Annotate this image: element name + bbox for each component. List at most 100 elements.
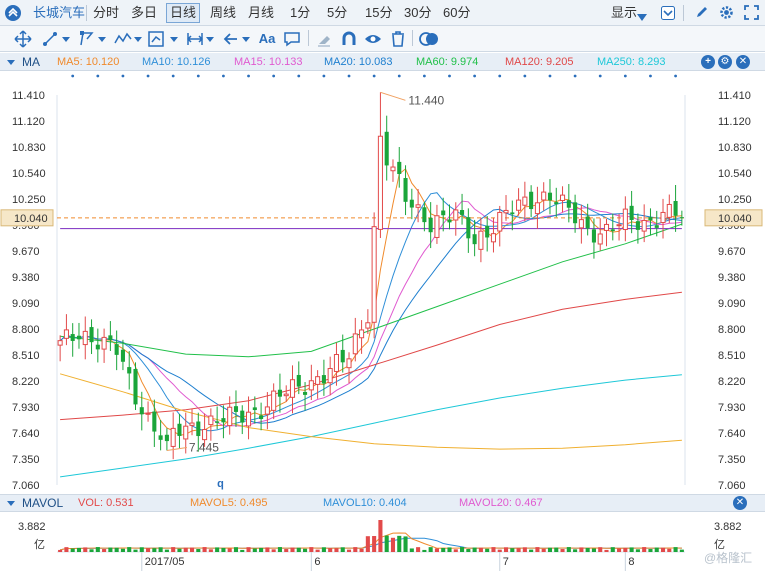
y-tick-label-left: 10.540	[12, 168, 46, 180]
volume-bar	[365, 536, 370, 552]
tick-dot	[222, 74, 225, 78]
tab-5min[interactable]: 5分	[327, 4, 347, 22]
close-icon[interactable]: ✕	[736, 55, 750, 69]
candle-body	[635, 221, 640, 230]
volume-bar	[284, 549, 289, 552]
volume-bar	[667, 548, 672, 552]
candle-body	[352, 333, 358, 355]
candle-body	[377, 135, 383, 230]
volume-bar	[177, 548, 182, 552]
volume-bar	[158, 547, 163, 552]
y-tick-label-right: 8.220	[718, 376, 746, 388]
channel-tool-icon[interactable]	[148, 29, 180, 49]
arrow-tool-icon[interactable]	[222, 29, 252, 49]
move-icon[interactable]	[12, 29, 34, 49]
magnet-icon[interactable]	[340, 29, 358, 49]
volume-bar	[635, 549, 640, 552]
candle-body	[616, 224, 622, 227]
price-chart[interactable]: 11.410 11.410 11.120 11.120 10.830 10.830 10.5…	[0, 71, 765, 494]
candle-body	[152, 411, 157, 432]
toggle-drawings-icon[interactable]	[418, 29, 440, 49]
tab-30min[interactable]: 30分	[404, 4, 431, 22]
tick-dot	[598, 74, 602, 78]
add-indicator-icon[interactable]: +	[701, 55, 715, 69]
y-tick-label-right: 7.350	[718, 454, 746, 466]
y-tick-label-right: 9.670	[718, 246, 746, 258]
candle-body	[679, 217, 684, 219]
volume-tick-left: 3.882	[18, 521, 46, 533]
tick-dot	[448, 74, 451, 78]
polyline-tool-icon[interactable]	[78, 29, 108, 49]
ma15-value: MA15: 10.133	[234, 56, 303, 68]
volume-bar	[453, 549, 458, 552]
volume-chart[interactable]: 3.882亿3.882亿@格隆汇2017/05 6 7 8	[0, 512, 765, 571]
candle-body	[534, 202, 540, 215]
eraser-icon[interactable]	[315, 29, 333, 49]
candle-body	[610, 229, 615, 232]
candle-body	[321, 375, 326, 384]
volume-tick-right: 3.882	[714, 521, 742, 533]
volume-bar	[642, 547, 647, 552]
eye-icon[interactable]	[364, 29, 382, 49]
tab-intraday[interactable]: 分时	[93, 4, 119, 22]
y-tick-label-right: 9.090	[718, 298, 746, 310]
close-icon[interactable]: ✕	[733, 496, 747, 510]
candle-body	[170, 427, 176, 447]
volume-bar	[102, 549, 107, 552]
candle-body	[603, 223, 610, 231]
y-tick-label-right: 10.540	[718, 168, 752, 180]
candle-body	[133, 368, 138, 405]
candle-body	[403, 178, 408, 202]
drawing-toolbar: Aa	[0, 26, 765, 52]
wave-tool-icon[interactable]	[114, 29, 144, 49]
settings-icon[interactable]	[719, 5, 734, 25]
candle-body	[63, 329, 69, 339]
tick-dot	[548, 74, 552, 78]
watermark: @格隆汇	[704, 550, 752, 565]
volume-bar	[535, 547, 540, 552]
stock-name[interactable]: 长城汽车	[33, 4, 85, 22]
ma-label[interactable]: MA	[22, 53, 40, 71]
tick-dot	[523, 74, 527, 78]
tab-daily[interactable]: 日线	[166, 3, 201, 23]
volume-bar	[617, 548, 622, 552]
candle-body	[371, 226, 377, 323]
ma10-value: MA10: 10.126	[142, 56, 211, 68]
chevron-down-icon[interactable]	[637, 9, 647, 27]
comment-tool-icon[interactable]	[283, 29, 301, 49]
candle-body	[428, 217, 433, 233]
vol-value: VOL: 0.531	[78, 497, 134, 509]
volume-bar	[378, 520, 383, 552]
menu-icon[interactable]	[4, 4, 22, 22]
volume-bar	[196, 549, 201, 552]
volume-bar	[460, 547, 465, 552]
volume-bar	[428, 547, 433, 552]
mavol-label[interactable]: MAVOL	[22, 495, 63, 511]
volume-bar	[290, 547, 295, 552]
line-tool-icon[interactable]	[42, 29, 72, 49]
fullscreen-icon[interactable]	[744, 5, 759, 25]
candle-body	[57, 340, 63, 346]
candle-body	[654, 225, 659, 228]
tab-60min[interactable]: 60分	[443, 4, 470, 22]
x-axis-label: 7	[503, 556, 509, 568]
pen-icon[interactable]	[695, 5, 709, 24]
candle-body	[108, 335, 113, 341]
collapse-icon[interactable]	[661, 6, 675, 25]
candle-body	[529, 191, 534, 210]
settings-icon[interactable]: ⚙	[718, 55, 732, 69]
tab-weekly[interactable]: 周线	[210, 4, 236, 22]
tab-15min[interactable]: 15分	[365, 4, 392, 22]
volume-bar	[265, 547, 270, 552]
candle-body	[673, 200, 678, 216]
text-tool-icon[interactable]: Aa	[257, 29, 277, 49]
volume-bar	[579, 547, 584, 552]
y-tick-label-right: 9.380	[718, 272, 746, 284]
tab-1min[interactable]: 1分	[290, 4, 310, 22]
tab-multiday[interactable]: 多日	[131, 4, 157, 22]
range-tool-icon[interactable]	[186, 29, 216, 49]
ma250-value: MA250: 8.293	[597, 56, 666, 68]
trash-icon[interactable]	[389, 29, 407, 49]
tab-monthly[interactable]: 月线	[248, 4, 274, 22]
display-menu[interactable]: 显示	[611, 4, 637, 22]
